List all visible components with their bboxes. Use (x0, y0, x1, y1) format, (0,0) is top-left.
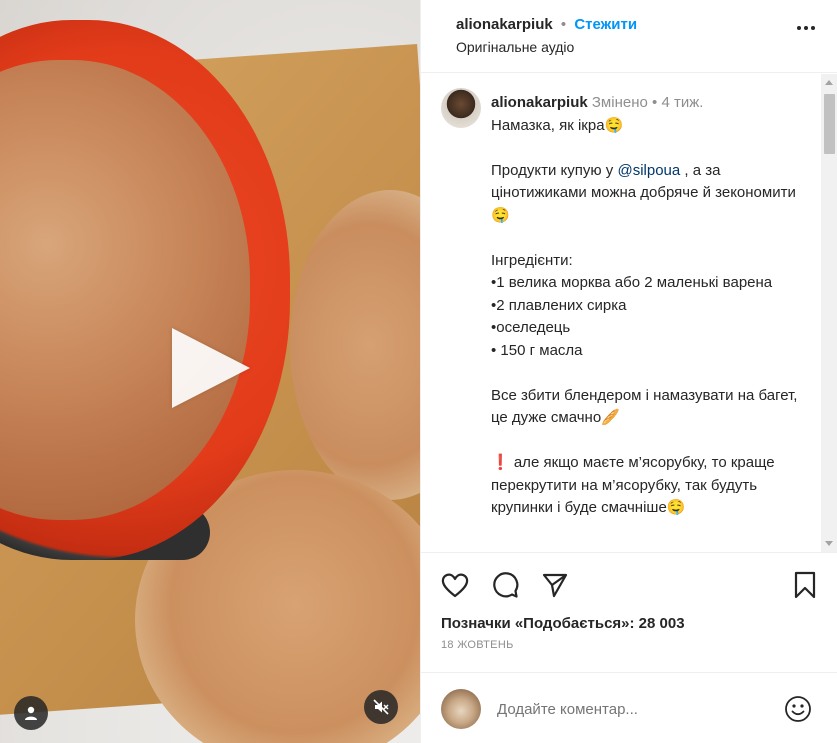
edited-label: Змінено (591, 94, 648, 111)
tagged-users-button[interactable] (14, 696, 48, 730)
scrollbar[interactable] (821, 74, 837, 552)
viewer-avatar (441, 689, 481, 729)
share-button[interactable] (541, 571, 569, 599)
more-icon[interactable] (797, 26, 815, 30)
follow-button[interactable]: Стежити (574, 16, 637, 33)
comment-button[interactable] (491, 571, 519, 599)
caption-title: Намазка, як ікра🤤 (491, 116, 624, 134)
mute-button[interactable] (364, 690, 398, 724)
separator-dot: • (652, 94, 658, 111)
header-username[interactable]: alionakarpiuk (456, 16, 553, 33)
caption-meta-line: alionakarpiuk Змінено • 4 тиж. (491, 92, 811, 115)
caption-products: Продукти купую у @silpoua , а за цінотиж… (491, 161, 796, 224)
separator-dot: • (560, 16, 567, 33)
scroll-down-arrow-icon[interactable] (825, 541, 833, 546)
ingredient-item: • 150 г масла (491, 341, 583, 359)
ingredient-item: •2 плавлених сирка (491, 296, 627, 314)
author-avatar[interactable] (441, 88, 481, 128)
ingredient-item: •оселедець (491, 319, 571, 336)
post-actions: Позначки «Подобається»: 28 003 18 ЖОВТЕН… (421, 552, 837, 672)
caption-instructions: Все збити блендером і намазувати на баге… (491, 386, 802, 427)
save-button[interactable] (791, 571, 819, 599)
ingredient-item: •1 велика морква або 2 маленькі варена (491, 274, 773, 291)
header-line: alionakarpiuk • Стежити (456, 16, 837, 33)
scroll-thumb[interactable] (824, 94, 835, 154)
like-button[interactable] (441, 571, 469, 599)
comment-bar (421, 672, 837, 743)
caption-tip: ❗ але якщо маєте м’ясорубку, то краще пе… (491, 454, 779, 516)
comment-input[interactable] (497, 701, 767, 718)
paper-plane-icon (542, 573, 568, 598)
post-side-panel: alionakarpiuk • Стежити Оригінальне ауді… (420, 0, 837, 743)
post-age[interactable]: 4 тиж. (661, 94, 703, 111)
emoji-icon (785, 696, 811, 722)
post-video[interactable] (0, 0, 420, 743)
muted-speaker-icon (373, 699, 389, 715)
caption-username[interactable]: alionakarpiuk (491, 94, 588, 111)
audio-link[interactable]: Оригінальне аудіо (456, 39, 837, 55)
likes-count[interactable]: Позначки «Подобається»: 28 003 (441, 615, 685, 632)
post-date[interactable]: 18 ЖОВТЕНЬ (441, 639, 514, 651)
comment-icon (493, 572, 519, 598)
emoji-button[interactable] (784, 695, 812, 728)
ingredients-title: Інгредієнти: (491, 251, 573, 269)
action-icons (441, 571, 821, 601)
caption: alionakarpiuk Змінено • 4 тиж. Намазка, … (491, 92, 811, 520)
user-icon (25, 706, 37, 720)
bookmark-icon (794, 571, 816, 599)
scroll-up-arrow-icon[interactable] (825, 80, 833, 85)
caption-scroll-area[interactable]: alionakarpiuk Змінено • 4 тиж. Намазка, … (421, 74, 837, 552)
post-header: alionakarpiuk • Стежити Оригінальне ауді… (421, 0, 837, 73)
mention-link[interactable]: @silpoua (617, 162, 680, 179)
heart-icon (441, 573, 469, 598)
play-icon[interactable] (172, 328, 250, 408)
